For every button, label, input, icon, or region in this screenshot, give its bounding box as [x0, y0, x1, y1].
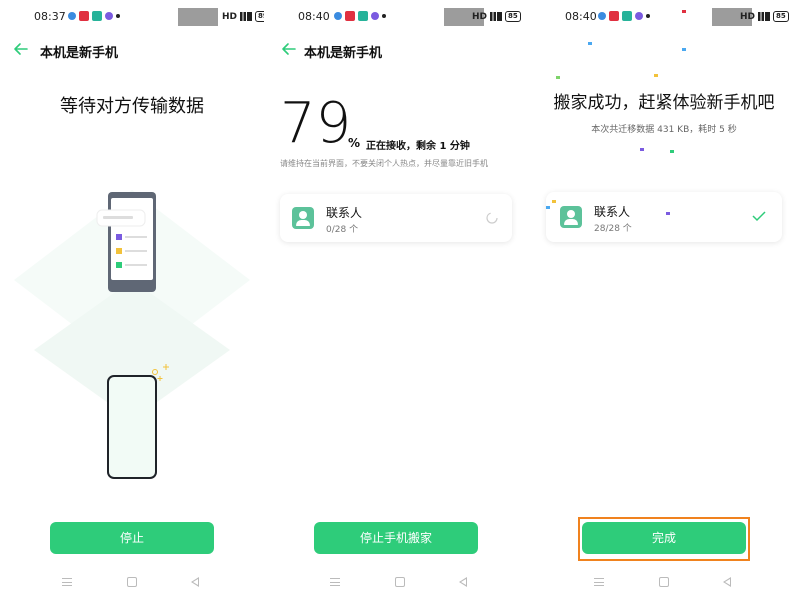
network-label: HD: [222, 11, 238, 22]
transfer-summary: 本次共迁移数据 431 KB，耗时 5 秒: [591, 125, 737, 135]
finish-button[interactable]: 完成: [582, 522, 746, 554]
status-time: 08:40: [565, 10, 597, 23]
check-icon: [752, 211, 766, 222]
nav-bar: [532, 575, 796, 591]
panel-receiving: 08:40 HD 85 本机是新手机 79 % 正在接收，剩余 1 分钟 请维持…: [268, 0, 532, 600]
home-icon[interactable]: [659, 577, 669, 587]
contact-icon: [292, 207, 314, 229]
progress-unit: %: [348, 136, 361, 150]
item-count: 28/28 个: [594, 224, 632, 234]
panel-complete: 08:40 HD 85 搬家成功，赶紧体验新手机吧 本次共迁移数据 431 KB…: [532, 0, 796, 600]
confetti-piece: [682, 10, 686, 13]
stop-transfer-button[interactable]: 停止手机搬家: [314, 522, 478, 554]
nav-bar: [268, 575, 532, 591]
menu-icon[interactable]: [62, 578, 72, 586]
spinner-icon: [486, 212, 498, 224]
panel-waiting: 08:37 HD 89 本机是新手机 等待对方传输数据: [0, 0, 264, 600]
waiting-heading: 等待对方传输数据: [60, 96, 204, 117]
confetti-piece: [552, 200, 556, 203]
confetti-piece: [640, 148, 644, 151]
status-right: HD 85: [472, 11, 521, 22]
stop-button[interactable]: 停止: [50, 522, 214, 554]
confetti-piece: [670, 150, 674, 153]
app-icon: [68, 12, 76, 20]
app-icon: [598, 12, 606, 20]
home-icon[interactable]: [127, 577, 137, 587]
back-icon[interactable]: [723, 577, 731, 587]
confetti-piece: [682, 48, 686, 51]
network-label: HD: [472, 11, 488, 22]
menu-icon[interactable]: [594, 578, 604, 586]
contacts-card: 联系人 0/28 个: [280, 194, 512, 242]
home-icon[interactable]: [395, 577, 405, 587]
signal-icon: [240, 12, 253, 21]
signal-icon: [490, 12, 503, 21]
confetti-piece: [654, 74, 658, 77]
status-right: HD 89: [222, 11, 264, 22]
page-title: 本机是新手机: [304, 46, 383, 61]
dot-icon: [646, 14, 650, 18]
item-name: 联系人: [594, 205, 631, 219]
battery-icon: 89: [255, 11, 264, 22]
status-bar: 08:40 HD 85: [268, 6, 532, 28]
app-icon: [609, 11, 619, 21]
header: 本机是新手机: [268, 40, 532, 61]
back-arrow-icon[interactable]: [12, 40, 30, 58]
dot-icon: [382, 14, 386, 18]
success-heading: 搬家成功，赶紧体验新手机吧: [553, 93, 775, 113]
battery-icon: 85: [505, 11, 521, 22]
app-icon: [371, 12, 379, 20]
notification-icons: [598, 11, 650, 21]
app-icon: [334, 12, 342, 20]
dot-icon: [116, 14, 120, 18]
notification-icons: [68, 11, 120, 21]
app-icon: [622, 11, 632, 21]
header: 本机是新手机: [0, 40, 264, 61]
app-icon: [345, 11, 355, 21]
redacted-block: [178, 8, 218, 26]
item-name: 联系人: [326, 206, 363, 220]
battery-icon: 85: [773, 11, 789, 22]
confetti-piece: [588, 42, 592, 45]
status-bar: 08:40 HD 85: [532, 6, 796, 28]
app-icon: [105, 12, 113, 20]
app-icon: [92, 11, 102, 21]
contact-icon: [560, 206, 582, 228]
status-bar: 08:37 HD 89: [0, 6, 264, 28]
menu-icon[interactable]: [330, 578, 340, 586]
item-count: 0/28 个: [326, 225, 359, 235]
back-icon[interactable]: [459, 577, 467, 587]
page-title: 本机是新手机: [40, 46, 119, 61]
back-icon[interactable]: [191, 577, 199, 587]
network-label: HD: [740, 11, 756, 22]
status-time: 08:37: [34, 10, 66, 23]
notification-icons: [334, 11, 386, 21]
nav-bar: [0, 575, 264, 591]
transfer-illustration: [14, 190, 250, 479]
progress-hint: 请维持在当前界面，不要关闭个人热点，并尽量靠近旧手机: [280, 159, 488, 168]
app-icon: [635, 12, 643, 20]
progress-value: 79: [280, 91, 352, 156]
progress-status: 正在接收，剩余 1 分钟: [366, 141, 470, 152]
status-right: HD 85: [740, 11, 789, 22]
app-icon: [79, 11, 89, 21]
confetti-piece: [666, 212, 670, 215]
contacts-card: 联系人 28/28 个: [546, 192, 782, 242]
back-arrow-icon[interactable]: [280, 40, 298, 58]
app-icon: [358, 11, 368, 21]
confetti-piece: [546, 206, 550, 209]
signal-icon: [758, 12, 771, 21]
confetti-piece: [556, 76, 560, 79]
status-time: 08:40: [298, 10, 330, 23]
